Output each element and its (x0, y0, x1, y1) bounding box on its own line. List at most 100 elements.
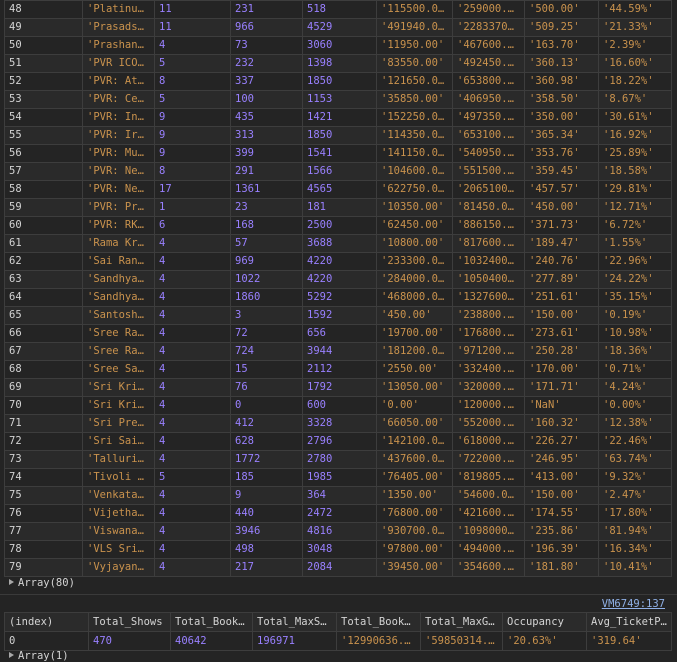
table-cell: '250.28' (524, 342, 599, 361)
table-cell: 'Sai Ranga… (82, 252, 155, 271)
table-cell: '62450.00' (376, 216, 453, 235)
table-row: 53 'PVR: Cent… 5 100 1153'35850.00' '406950.0… (4, 90, 672, 109)
table-cell: '22.96%' (598, 252, 672, 271)
row-index-cell: 55 (4, 126, 83, 145)
column-header[interactable]: (index) (4, 612, 89, 632)
row-index-cell: 74 (4, 468, 83, 487)
table-cell: 9 (154, 126, 231, 145)
column-header[interactable]: Total_Shows (88, 612, 171, 632)
table-cell: 1421 (302, 108, 377, 127)
table-row: 61 'Rama Kris… 4 57 3688'10800.00' '817600.00… (4, 234, 672, 253)
table-cell: 2796 (302, 432, 377, 451)
table-cell: 9 (154, 144, 231, 163)
source-link[interactable]: VM6749:137 (602, 598, 665, 610)
table-cell: 23 (230, 198, 303, 217)
table-cell: 4220 (302, 252, 377, 271)
row-index-cell: 69 (4, 378, 83, 397)
column-header[interactable]: Avg_TicketP… (586, 612, 672, 632)
row-index-cell: 54 (4, 108, 83, 127)
table-cell: 'Sri Krish… (82, 378, 155, 397)
column-header[interactable]: Total_Booke… (336, 612, 421, 632)
table-cell: '552000.00' (452, 414, 525, 433)
table-cell: '551500.00' (452, 162, 525, 181)
table-cell: 4529 (302, 18, 377, 37)
table-cell: 291 (230, 162, 303, 181)
table-row: 50 'Prashant … 4 73 3060'11950.00' '467600.00… (4, 36, 672, 55)
table-cell: '722000.00' (452, 450, 525, 469)
table-cell: '6.72%' (598, 216, 672, 235)
table-cell: '21.33%' (598, 18, 672, 37)
table-cell: 'Prasads M… (82, 18, 155, 37)
row-index-cell: 63 (4, 270, 83, 289)
column-header[interactable]: Total_MaxSe… (252, 612, 337, 632)
table-cell: '19700.00' (376, 324, 453, 343)
table-cell: '360.13' (524, 54, 599, 73)
expand-triangle-icon[interactable] (9, 652, 14, 658)
table-cell: '196.39' (524, 540, 599, 559)
table-cell: 4 (154, 252, 231, 271)
table-cell: '30.61%' (598, 108, 672, 127)
array-label: Array(80) (18, 577, 75, 589)
table-cell: 'Tivoli Ci… (82, 468, 155, 487)
table-cell: 4 (154, 558, 231, 577)
row-index-cell: 0 (4, 631, 89, 651)
table-cell: 76 (230, 378, 303, 397)
table-cell: '437600.00' (376, 450, 453, 469)
table-cell: 628 (230, 432, 303, 451)
table-row: 54 'PVR: Inor… 9 435 1421'152250.00' '497350.… (4, 108, 672, 127)
row-index-cell: 60 (4, 216, 83, 235)
table-row: 58 'PVR: Nexu… 17 1361 4565'622750.00' '20651… (4, 180, 672, 199)
row-index-cell: 53 (4, 90, 83, 109)
row-index-cell: 59 (4, 198, 83, 217)
table-cell: '59850314.0… (420, 631, 503, 651)
table-cell: 8 (154, 162, 231, 181)
table-cell: 498 (230, 540, 303, 559)
table-cell: '81.94%' (598, 522, 672, 541)
table-cell: 'Sri Sai R… (82, 432, 155, 451)
table-cell: 4 (154, 288, 231, 307)
table-cell: '16.92%' (598, 126, 672, 145)
row-index-cell: 73 (4, 450, 83, 469)
table-cell: 'Viswanath… (82, 522, 155, 541)
table-cell: 73 (230, 36, 303, 55)
array2-summary-line[interactable]: Array(1) (0, 650, 69, 662)
column-header[interactable]: Occupancy (502, 612, 587, 632)
table-cell: '497350.00' (452, 108, 525, 127)
table-cell: '29.81%' (598, 180, 672, 199)
table-cell: '176800.00' (452, 324, 525, 343)
table-cell: 2780 (302, 450, 377, 469)
table-cell: '653800.00' (452, 72, 525, 91)
table-cell: 3060 (302, 36, 377, 55)
table-cell: 1850 (302, 72, 377, 91)
table-row: 79 'Vyjayanth… 4 217 2084'39450.00' '354600.0… (4, 558, 672, 577)
table-cell: '1098000.0… (452, 522, 525, 541)
array-summary-line[interactable]: Array(80) (0, 575, 677, 591)
table-cell: 3328 (302, 414, 377, 433)
table-cell: '509.25' (524, 18, 599, 37)
table-cell: '9.32%' (598, 468, 672, 487)
table-row: 74 'Tivoli Ci… 5 185 1985'76405.00' '819805.0… (4, 468, 672, 487)
table-cell: 966 (230, 18, 303, 37)
table-cell: '16.60%' (598, 54, 672, 73)
table-cell: '66050.00' (376, 414, 453, 433)
table-row: 63 'Sandhya 3… 4 1022 4220'284000.00' '105040… (4, 270, 672, 289)
row-index-cell: 66 (4, 324, 83, 343)
table-cell: 'PVR: Atri… (82, 72, 155, 91)
table-cell: 5292 (302, 288, 377, 307)
table-cell: 337 (230, 72, 303, 91)
table-row: 57 'PVR: Next… 8 291 1566'104600.00' '551500.… (4, 162, 672, 181)
table-cell: 1 (154, 198, 231, 217)
expand-triangle-icon[interactable] (9, 579, 14, 585)
table-row: 65 'Santosh T… 4 3 1592'450.00' '238800.00' '1… (4, 306, 672, 325)
table-cell: '319.64' (586, 631, 672, 651)
table-cell: '0.00' (376, 396, 453, 415)
table-cell: 'PVR: Next… (82, 162, 155, 181)
column-header[interactable]: Total_MaxGr… (420, 612, 503, 632)
table-cell: '1.55%' (598, 234, 672, 253)
table-cell: '358.50' (524, 90, 599, 109)
table-cell: '251.61' (524, 288, 599, 307)
array2-label: Array(1) (18, 650, 69, 662)
table-cell: 4 (154, 486, 231, 505)
column-header[interactable]: Total_Booke… (170, 612, 253, 632)
table-cell: 470 (88, 631, 171, 651)
